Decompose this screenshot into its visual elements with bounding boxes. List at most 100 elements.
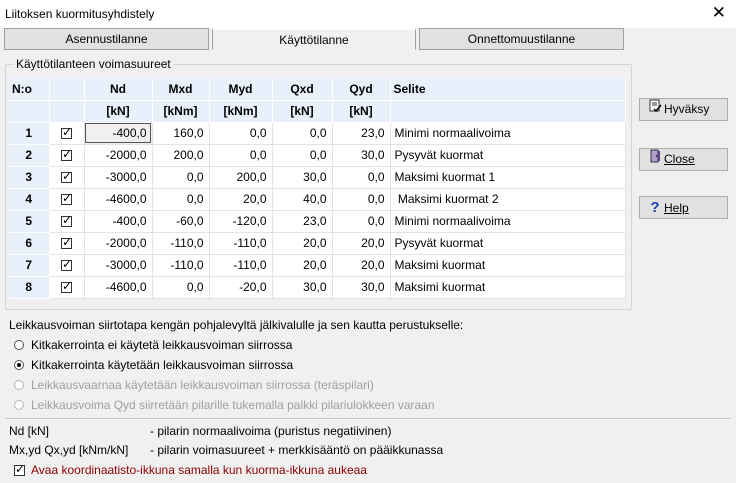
tab-kayttotilanne[interactable]: Käyttötilanne bbox=[212, 28, 416, 50]
row-include-checkbox[interactable]: ✓ bbox=[49, 254, 85, 277]
cell-selite[interactable]: Maksimi kuormat bbox=[390, 254, 626, 277]
cell-nd[interactable]: -4600,0 bbox=[84, 276, 153, 299]
row-number: 1 bbox=[9, 122, 50, 145]
cell-selite[interactable]: Minimi normaalivoima bbox=[390, 122, 626, 145]
cell-qxd[interactable]: 23,0 bbox=[272, 210, 333, 233]
unit-qxd: [kN] bbox=[272, 100, 333, 123]
close-window-icon[interactable]: ✕ bbox=[712, 4, 726, 22]
row-include-checkbox[interactable]: ✓ bbox=[49, 232, 85, 255]
checkmark-icon: ✓ bbox=[62, 147, 73, 162]
row-include-checkbox[interactable]: ✓ bbox=[49, 122, 85, 145]
cell-nd[interactable]: -400,0 bbox=[84, 210, 153, 233]
row-number: 3 bbox=[9, 166, 50, 189]
tab-asennustilanne[interactable]: Asennustilanne bbox=[4, 28, 209, 50]
table-units-row: [kN] [kNm] [kNm] [kN] [kN] bbox=[9, 100, 626, 123]
cell-mxd[interactable]: 0,0 bbox=[152, 188, 210, 211]
cell-qxd[interactable]: 30,0 bbox=[272, 276, 333, 299]
cell-myd[interactable]: 200,0 bbox=[209, 166, 273, 189]
cell-qyd[interactable]: 0,0 bbox=[332, 210, 391, 233]
cell-myd[interactable]: -20,0 bbox=[209, 276, 273, 299]
help-button[interactable]: ? Help bbox=[639, 196, 728, 219]
cell-qxd[interactable]: 20,0 bbox=[272, 254, 333, 277]
checkmark-icon: ✓ bbox=[62, 279, 73, 294]
row-include-checkbox[interactable]: ✓ bbox=[49, 144, 85, 167]
cell-selite[interactable]: Minimi normaalivoima bbox=[390, 210, 626, 233]
cell-myd[interactable]: -120,0 bbox=[209, 210, 273, 233]
row-include-checkbox[interactable]: ✓ bbox=[49, 276, 85, 299]
close-door-icon bbox=[646, 149, 664, 170]
row-include-checkbox[interactable]: ✓ bbox=[49, 188, 85, 211]
cell-myd[interactable]: 0,0 bbox=[209, 122, 273, 145]
cell-myd[interactable]: 0,0 bbox=[209, 144, 273, 167]
cell-qyd[interactable]: 20,0 bbox=[332, 254, 391, 277]
open-coordinates-checkbox[interactable]: ✓ Avaa koordinaatisto-ikkuna samalla kun … bbox=[14, 462, 367, 477]
row-include-checkbox[interactable]: ✓ bbox=[49, 166, 85, 189]
cell-nd[interactable]: -4600,0 bbox=[84, 188, 153, 211]
separator bbox=[5, 418, 731, 419]
cell-nd[interactable]: -400,0 bbox=[84, 122, 153, 145]
radio-shear-key[interactable]: Leikkausvaarnaa käytetään leikkausvoiman… bbox=[14, 378, 374, 392]
header-qxd: Qxd bbox=[272, 78, 333, 101]
row-number: 5 bbox=[9, 210, 50, 233]
cell-nd[interactable]: -3000,0 bbox=[84, 166, 153, 189]
cell-selite[interactable]: Pysyvät kuormat bbox=[390, 144, 626, 167]
header-myd: Myd bbox=[209, 78, 273, 101]
cell-myd[interactable]: 20,0 bbox=[209, 188, 273, 211]
table-row: 6 ✓ -2000,0 -110,0 -110,0 20,0 20,0 Pysy… bbox=[9, 232, 626, 255]
table-row: 2 ✓ -2000,0 200,0 0,0 0,0 30,0 Pysyvät k… bbox=[9, 144, 626, 167]
checkmark-icon: ✓ bbox=[62, 125, 73, 140]
open-coordinates-label: Avaa koordinaatisto-ikkuna samalla kun k… bbox=[31, 463, 367, 477]
unit-mxd: [kNm] bbox=[152, 100, 210, 123]
cell-qxd[interactable]: 0,0 bbox=[272, 122, 333, 145]
help-icon: ? bbox=[650, 199, 660, 216]
unit-nd: [kN] bbox=[84, 100, 153, 123]
row-number: 6 bbox=[9, 232, 50, 255]
close-button[interactable]: Close bbox=[639, 148, 728, 171]
cell-selite[interactable]: Maksimi kuormat 2 bbox=[390, 188, 626, 211]
table-row: 5 ✓ -400,0 -60,0 -120,0 23,0 0,0 Minimi … bbox=[9, 210, 626, 233]
close-label: Close bbox=[664, 152, 695, 166]
accept-button[interactable]: Hyväksy bbox=[639, 98, 728, 121]
radio-friction[interactable]: Kitkakerrointa käytetään leikkausvoiman … bbox=[14, 358, 293, 372]
cell-mxd[interactable]: 200,0 bbox=[152, 144, 210, 167]
cell-qxd[interactable]: 20,0 bbox=[272, 232, 333, 255]
cell-qyd[interactable]: 0,0 bbox=[332, 166, 391, 189]
cell-mxd[interactable]: -110,0 bbox=[152, 254, 210, 277]
header-mxd: Mxd bbox=[152, 78, 210, 101]
radio-no-friction[interactable]: Kitkakerrointa ei käytetä leikkausvoiman… bbox=[14, 338, 292, 352]
cell-qyd[interactable]: 20,0 bbox=[332, 232, 391, 255]
cell-nd[interactable]: -2000,0 bbox=[84, 232, 153, 255]
tab-onnettomuustilanne[interactable]: Onnettomuustilanne bbox=[419, 28, 624, 50]
row-include-checkbox[interactable]: ✓ bbox=[49, 210, 85, 233]
cell-myd[interactable]: -110,0 bbox=[209, 254, 273, 277]
cell-qyd[interactable]: 23,0 bbox=[332, 122, 391, 145]
cell-mxd[interactable]: 0,0 bbox=[152, 166, 210, 189]
cell-nd[interactable]: -3000,0 bbox=[84, 254, 153, 277]
cell-myd[interactable]: -110,0 bbox=[209, 232, 273, 255]
cell-selite[interactable]: Maksimi kuormat bbox=[390, 276, 626, 299]
header-check bbox=[49, 78, 85, 101]
cell-qyd[interactable]: 0,0 bbox=[332, 188, 391, 211]
cell-mxd[interactable]: -60,0 bbox=[152, 210, 210, 233]
accept-icon bbox=[646, 99, 664, 120]
cell-mxd[interactable]: 0,0 bbox=[152, 276, 210, 299]
table-header-row: N:o Nd Mxd Myd Qxd Qyd Selite bbox=[9, 78, 626, 101]
cell-qxd[interactable]: 30,0 bbox=[272, 166, 333, 189]
cell-qxd[interactable]: 0,0 bbox=[272, 144, 333, 167]
checkmark-icon: ✓ bbox=[15, 462, 26, 477]
checkmark-icon: ✓ bbox=[62, 235, 73, 250]
checkmark-icon: ✓ bbox=[62, 213, 73, 228]
radio-button bbox=[14, 360, 24, 370]
cell-qxd[interactable]: 40,0 bbox=[272, 188, 333, 211]
cell-mxd[interactable]: 160,0 bbox=[152, 122, 210, 145]
groupbox-legend: Käyttötilanteen voimasuureet bbox=[14, 57, 173, 71]
forces-table: N:o Nd Mxd Myd Qxd Qyd Selite [kN] [kNm]… bbox=[9, 78, 626, 299]
header-no: N:o bbox=[9, 78, 50, 101]
cell-qyd[interactable]: 30,0 bbox=[332, 144, 391, 167]
cell-selite[interactable]: Maksimi kuormat 1 bbox=[390, 166, 626, 189]
cell-mxd[interactable]: -110,0 bbox=[152, 232, 210, 255]
cell-qyd[interactable]: 30,0 bbox=[332, 276, 391, 299]
cell-selite[interactable]: Pysyvät kuormat bbox=[390, 232, 626, 255]
cell-nd[interactable]: -2000,0 bbox=[84, 144, 153, 167]
radio-beam-support[interactable]: Leikkausvoima Qyd siirretään pilarille t… bbox=[14, 398, 435, 412]
